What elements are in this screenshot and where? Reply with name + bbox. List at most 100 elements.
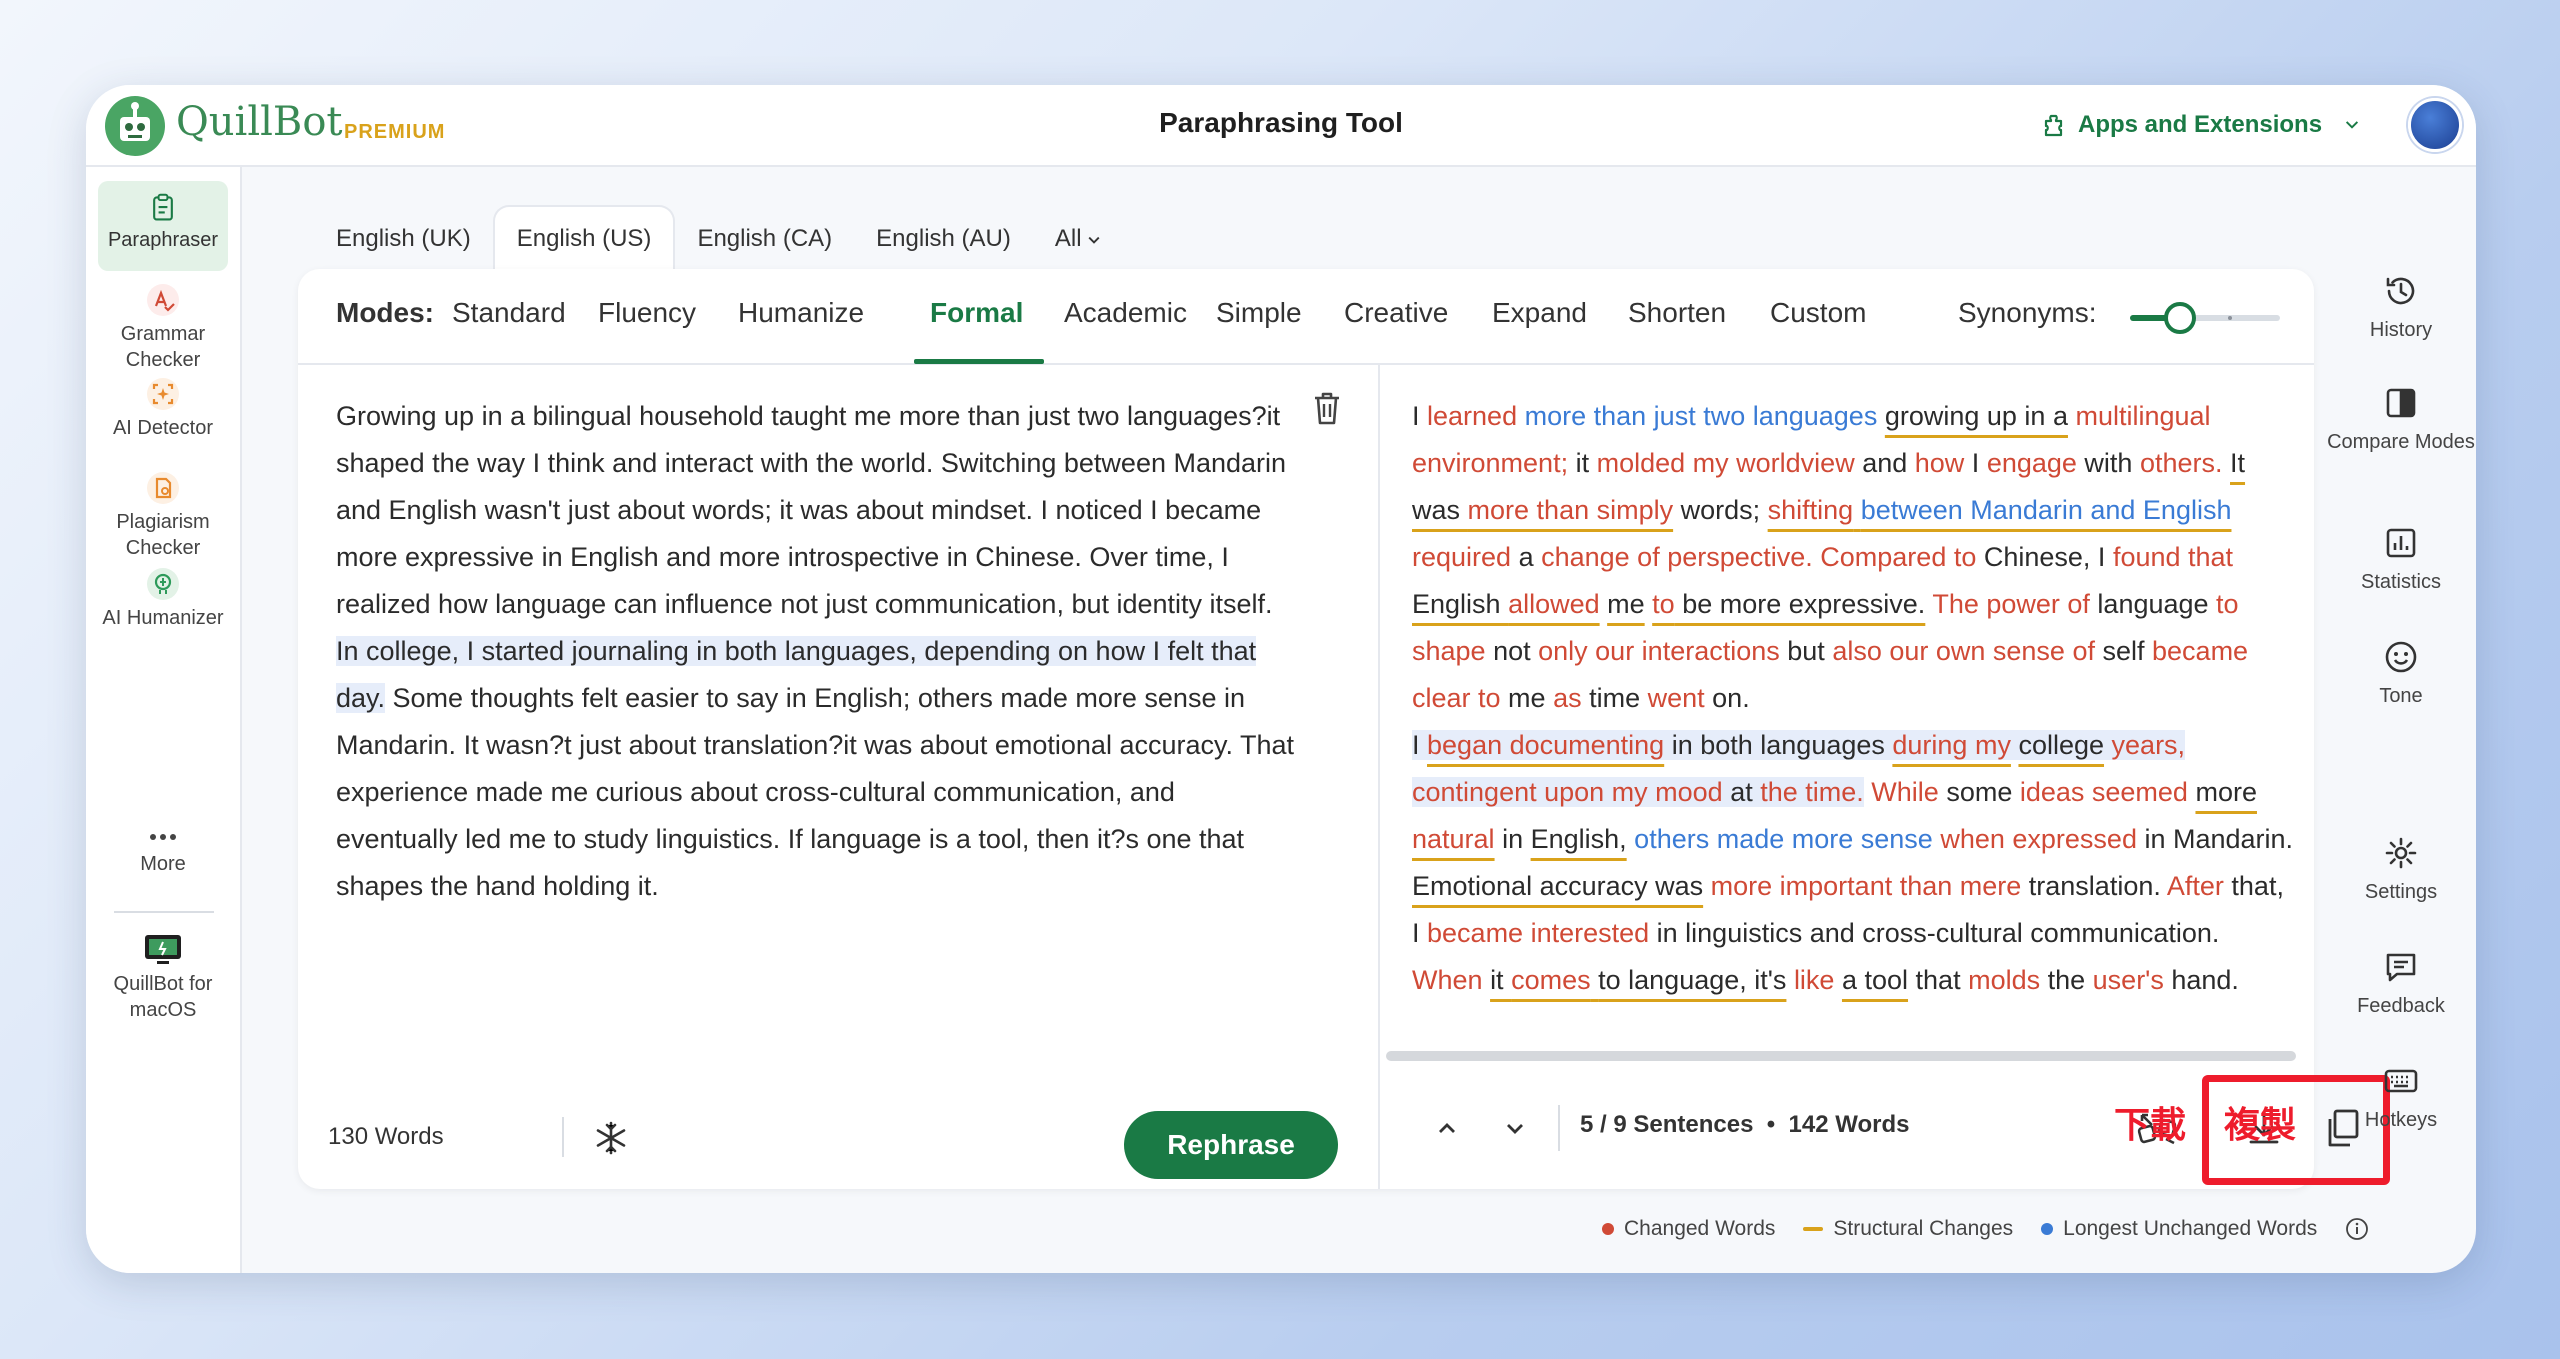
sidebar-item-compare-modes[interactable]: Compare Modes	[2326, 385, 2476, 455]
output-segment-changed[interactable]: comes	[1511, 965, 1591, 995]
mode-humanize[interactable]: Humanize	[738, 297, 864, 329]
sidebar-item-statistics[interactable]: Statistics	[2326, 525, 2476, 595]
feedback-icon	[2386, 953, 2416, 982]
output-segment-changed[interactable]: molded my worldview	[1597, 448, 1855, 478]
output-segment-structural: English	[1412, 589, 1509, 619]
output-segment-changed[interactable]: change of perspective. Compared to	[1541, 542, 1976, 572]
mode-shorten[interactable]: Shorten	[1628, 297, 1726, 329]
output-segment	[2223, 448, 2231, 478]
mode-academic[interactable]: Academic	[1064, 297, 1187, 329]
output-segment-changed[interactable]: the time.	[1760, 777, 1864, 807]
freeze-words-icon[interactable]	[592, 1119, 630, 1157]
output-segment-changed[interactable]: required	[1412, 542, 1511, 572]
output-segment: in linguistics and cross-cultural commun…	[1649, 918, 2220, 948]
output-segment-changed[interactable]: more than simply	[1468, 495, 1674, 525]
rephrase-button[interactable]: Rephrase	[1124, 1111, 1338, 1179]
sidebar-item-ai-humanizer[interactable]: AI Humanizer	[98, 567, 228, 631]
sidebar-item-quillbot-macos[interactable]: QuillBot for macOS	[98, 933, 228, 1023]
tab-english-au[interactable]: English (AU)	[854, 205, 1033, 269]
output-segment-changed[interactable]: others.	[2140, 448, 2223, 478]
output-segment-changed[interactable]: allowed	[1508, 589, 1600, 619]
output-segment-changed[interactable]: during my	[1892, 730, 2011, 760]
output-text-area[interactable]: I learned more than just two languages g…	[1412, 393, 2296, 1004]
output-segment-changed[interactable]: also our own sense of	[1832, 636, 2095, 666]
tab-english-us[interactable]: English (US)	[492, 205, 676, 269]
tab-english-ca[interactable]: English (CA)	[675, 205, 854, 269]
language-tabs: English (UK) English (US) English (CA) E…	[314, 203, 1124, 269]
output-segment-structural: it	[1490, 965, 1512, 995]
tab-english-uk[interactable]: English (UK)	[314, 205, 493, 269]
info-icon[interactable]	[2345, 1217, 2369, 1241]
output-segment-changed[interactable]: how	[1915, 448, 1965, 478]
mode-custom[interactable]: Custom	[1770, 297, 1866, 329]
tab-all-languages[interactable]: All	[1033, 205, 1124, 269]
hotkeys-icon	[2384, 1069, 2418, 1093]
sidebar-item-label: Hotkeys	[2364, 1109, 2438, 1131]
output-segment: words;	[1673, 495, 1768, 525]
output-segment-changed[interactable]: shifting	[1768, 495, 1854, 525]
output-segment-changed[interactable]: engage	[1987, 448, 2077, 478]
mode-formal[interactable]: Formal	[930, 297, 1023, 329]
sidebar-item-settings[interactable]: Settings	[2326, 835, 2476, 905]
output-segment-changed[interactable]: molds	[1968, 965, 2040, 995]
output-segment-changed[interactable]: When	[1412, 965, 1483, 995]
output-segment-changed[interactable]: only our interactions	[1538, 636, 1780, 666]
sidebar-item-history[interactable]: History	[2326, 273, 2476, 343]
output-segment: with	[2076, 448, 2140, 478]
output-word-count: 142 Words	[1788, 1111, 1910, 1138]
sidebar-item-plagiarism-checker[interactable]: Plagiarism Checker	[98, 471, 228, 561]
synonyms-slider-handle[interactable]	[2164, 302, 2196, 334]
output-segment: not	[1485, 636, 1539, 666]
output-segment-changed[interactable]: natural	[1412, 824, 1495, 854]
output-segment: self	[2094, 636, 2153, 666]
sidebar-item-more[interactable]: More	[98, 827, 228, 877]
legend-label: Structural Changes	[1833, 1217, 2014, 1240]
output-segment-changed[interactable]: ideas seemed	[2020, 777, 2188, 807]
output-segment-changed[interactable]: when expressed	[1940, 824, 2137, 854]
output-segment-changed[interactable]: more important than mere	[1711, 871, 2022, 901]
output-segment-changed[interactable]: began documenting	[1427, 730, 1664, 760]
sidebar-item-grammar-checker[interactable]: Grammar Checker	[98, 283, 228, 373]
mode-standard[interactable]: Standard	[452, 297, 566, 329]
brand-name[interactable]: QuillBot	[176, 99, 342, 145]
output-segment-changed[interactable]: like	[1794, 965, 1835, 995]
apps-and-extensions-button[interactable]: Apps and Extensions	[2042, 105, 2362, 145]
sidebar-item-feedback[interactable]: Feedback	[2326, 949, 2476, 1019]
input-text-area[interactable]: Growing up in a bilingual household taug…	[336, 393, 1296, 910]
sidebar-divider	[114, 911, 214, 913]
sidebar-item-hotkeys[interactable]: Hotkeys	[2326, 1063, 2476, 1133]
mode-fluency[interactable]: Fluency	[598, 297, 696, 329]
mode-expand[interactable]: Expand	[1492, 297, 1587, 329]
sidebar-item-paraphraser[interactable]: Paraphraser	[98, 181, 228, 271]
output-segment-changed[interactable]: While	[1871, 777, 1939, 807]
chevron-up-icon[interactable]	[1432, 1113, 1462, 1143]
output-segment-changed[interactable]: to	[1652, 589, 1675, 619]
mode-creative[interactable]: Creative	[1344, 297, 1448, 329]
output-segment-changed[interactable]: user's	[2093, 965, 2164, 995]
sidebar-item-tone[interactable]: Tone	[2326, 639, 2476, 709]
paraphraser-icon	[153, 193, 173, 221]
output-segment-unchanged: more than just two languages	[1524, 401, 1878, 431]
chevron-down-icon[interactable]	[1500, 1113, 1530, 1143]
output-segment-changed[interactable]: After	[2167, 871, 2224, 901]
mode-simple[interactable]: Simple	[1216, 297, 1302, 329]
output-segment: translation.	[2021, 871, 2167, 901]
sidebar-item-ai-detector[interactable]: AI Detector	[98, 377, 228, 441]
trash-icon[interactable]	[1310, 389, 1344, 427]
output-horizontal-scrollbar[interactable]	[1386, 1051, 2296, 1061]
user-avatar[interactable]	[2408, 98, 2462, 152]
output-segment-changed[interactable]: went	[1648, 683, 1705, 713]
footer-divider	[562, 1117, 564, 1157]
input-word-count: 130 Words	[328, 1123, 444, 1150]
output-segment-changed[interactable]: The power of	[1932, 589, 2090, 619]
output-segment-changed[interactable]: found that	[2113, 542, 2233, 572]
output-segment-unchanged: between Mandarin and English	[1860, 495, 2232, 525]
output-segment-changed[interactable]: became interested	[1427, 918, 1649, 948]
output-segment-changed[interactable]: as	[1553, 683, 1582, 713]
output-segment-changed[interactable]: learned	[1427, 401, 1517, 431]
more-icon	[150, 834, 176, 840]
input-footer: 130 Words Rephrase	[298, 1089, 1378, 1189]
output-segment: language	[2089, 589, 2217, 619]
plagiarism-checker-icon	[147, 472, 179, 504]
quillbot-logo-icon[interactable]	[104, 95, 166, 157]
